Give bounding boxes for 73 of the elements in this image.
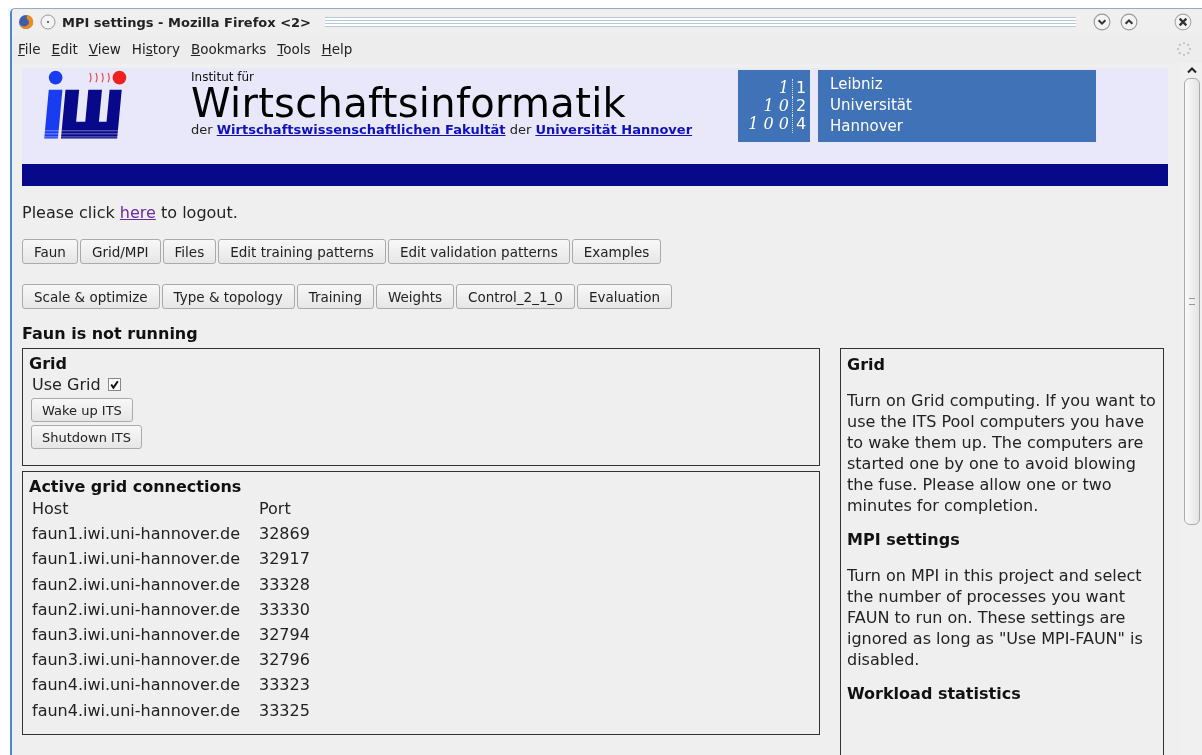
table-cell-text: faun1.iwi.uni-hannover.de — [32, 548, 242, 571]
tab-button[interactable]: Edit validation patterns — [387, 239, 570, 264]
minimize-icon[interactable] — [1093, 13, 1111, 31]
column-header: Host — [32, 498, 70, 520]
table-cell-text: 32796 — [259, 649, 310, 672]
panel-title: Grid — [29, 354, 67, 373]
university-name: Leibniz — [830, 74, 884, 95]
checkbox-label: Use Grid — [32, 375, 101, 394]
tab-button[interactable]: Training — [296, 284, 374, 309]
table-cell-text: faun2.iwi.uni-hannover.de — [32, 573, 242, 596]
tab-button[interactable]: Grid/MPI — [79, 239, 161, 264]
seal-digit: 2 — [794, 97, 807, 115]
institute-title: Wirtschaftsinformatik — [191, 84, 626, 122]
help-heading: Workload statistics — [847, 684, 1021, 703]
scroll-up-icon[interactable] — [1187, 67, 1197, 74]
seal-digits: 1 0 0 — [748, 115, 793, 133]
help-text: Turn on Grid computing. If you want to use the ITS Pool computers you have to wake them up. The computers are started one by one to avoid blowing the fuse. Please allow one or two minutes for completion. — [847, 390, 1157, 516]
browser-logo-icon — [18, 14, 34, 30]
status-heading: Faun is not running — [22, 324, 199, 343]
tab-button[interactable]: Weights — [375, 284, 455, 309]
table-cell-text: faun3.iwi.uni-hannover.de — [32, 649, 242, 672]
link[interactable]: Universität Hannover — [535, 122, 693, 137]
link[interactable]: Wirtschaftswissenschaftlichen Fakultät — [216, 122, 506, 137]
institute-subtitle: der Wirtschaftswissenschaftlichen Fakultät der Universität Hannover — [191, 122, 693, 137]
institute-prefix: Institut für — [191, 70, 256, 84]
table-cell-text: faun2.iwi.uni-hannover.de — [32, 598, 242, 621]
tab-button[interactable]: Evaluation — [576, 284, 673, 309]
menu-item[interactable]: Bookmarks — [190, 41, 267, 57]
scrollbar-thumb[interactable] — [1184, 78, 1200, 525]
table-cell-text: 33330 — [259, 598, 310, 621]
university-name: Universität — [830, 95, 913, 116]
menu-item[interactable]: File — [18, 41, 41, 57]
tab-button[interactable]: Faun — [22, 239, 78, 264]
help-heading: MPI settings — [847, 530, 960, 549]
table-cell-text: 32794 — [259, 624, 310, 646]
seal-digits: 1 — [778, 79, 793, 97]
column-header: Port — [259, 498, 292, 520]
university-name: Hannover — [830, 116, 904, 137]
table-cell-text: 32917 — [259, 548, 310, 571]
table-cell-text: faun4.iwi.uni-hannover.de — [32, 699, 242, 722]
help-text: Turn on MPI in this project and select the number of processes you want FAUN to run on. These settings are ignored as long as "Use MPI-FAUN" is disabled. — [847, 565, 1144, 670]
link[interactable]: here — [119, 203, 156, 222]
window-title: MPI settings - Mozilla Firefox <2> — [62, 14, 311, 30]
menu-item[interactable]: View — [88, 41, 121, 57]
seal-digit: 1 — [794, 79, 807, 97]
seal-digit: 4 — [794, 115, 807, 133]
table-cell-text: faun3.iwi.uni-hannover.de — [32, 624, 242, 646]
close-icon[interactable] — [1174, 13, 1192, 31]
table-cell-text: faun4.iwi.uni-hannover.de — [32, 674, 242, 697]
help-heading: Grid — [847, 355, 885, 374]
table-cell-text: 32869 — [259, 523, 310, 546]
tab-button[interactable]: Control_2_1_0 — [456, 284, 575, 309]
tab-button[interactable]: Type & topology — [161, 284, 295, 309]
menu-item[interactable]: Tools — [277, 41, 311, 57]
seal-digits: 1 0 — [763, 97, 793, 115]
loading-spinner-icon — [1176, 41, 1192, 57]
tab-button[interactable]: Edit training patterns — [218, 239, 386, 264]
menu-item[interactable]: Edit — [51, 41, 78, 57]
menu-item[interactable]: Help — [321, 41, 353, 57]
maximize-icon[interactable] — [1120, 13, 1138, 31]
logout-sentence: Please click here to logout. — [22, 203, 239, 222]
use-grid-checkbox[interactable] — [107, 378, 121, 391]
table-cell-text: faun1.iwi.uni-hannover.de — [32, 523, 242, 546]
menu-item[interactable]: History — [131, 41, 180, 57]
panel-title: Active grid connections — [29, 477, 242, 496]
table-cell-text: 33325 — [259, 699, 310, 722]
action-button[interactable]: Shutdown ITS — [31, 425, 143, 449]
tab-button[interactable]: Files — [162, 239, 217, 264]
tab-button[interactable]: Scale & optimize — [22, 284, 160, 309]
table-cell-text: 33328 — [259, 573, 310, 596]
table-cell-text: 33323 — [259, 674, 310, 697]
tab-button[interactable]: Examples — [571, 239, 662, 264]
action-button[interactable]: Wake up ITS — [31, 398, 133, 422]
